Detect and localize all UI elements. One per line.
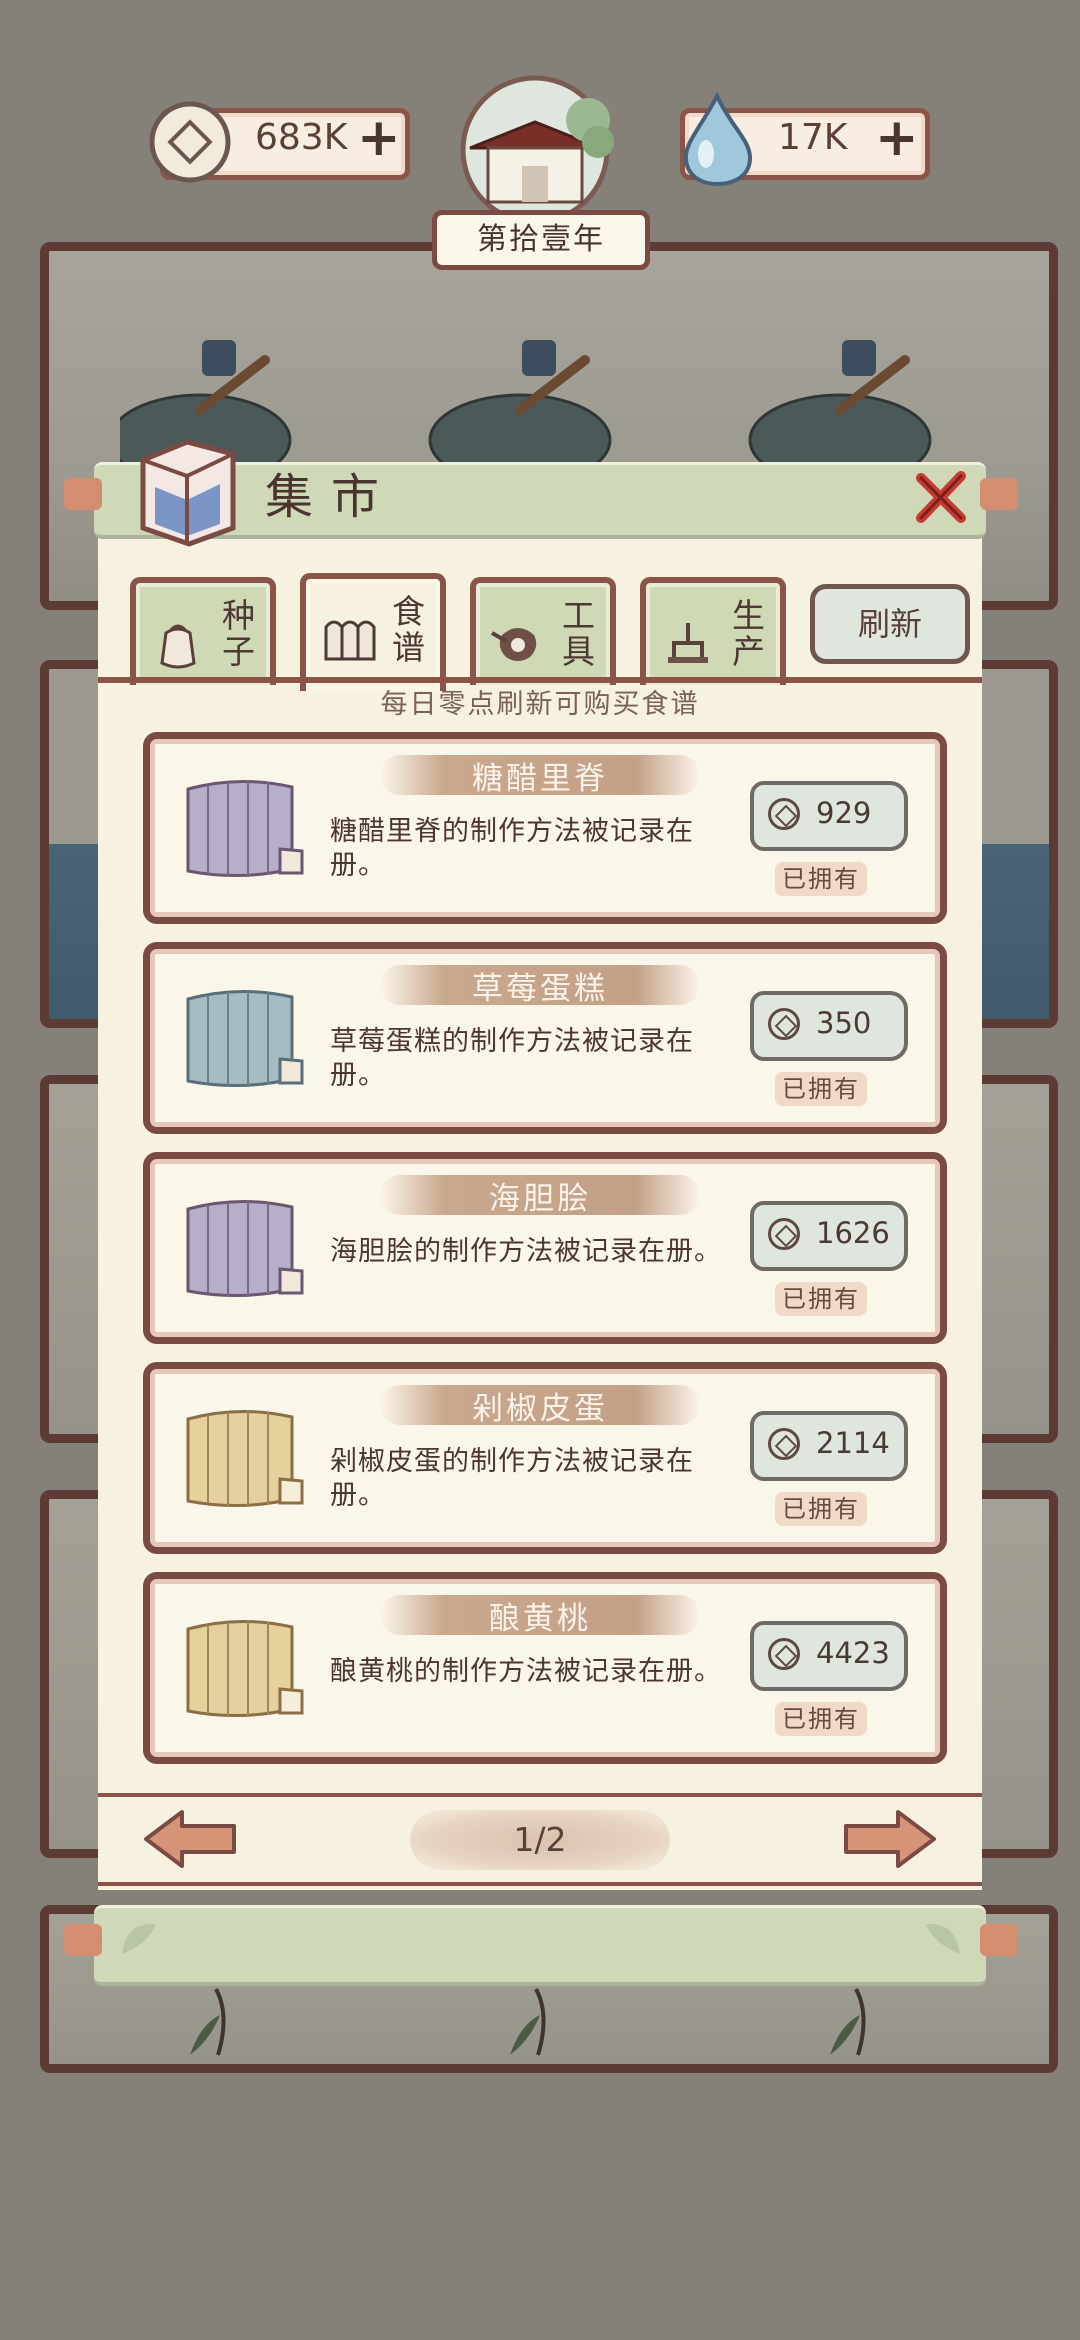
tab-production[interactable]: 生 产 [640, 577, 786, 685]
recipe-name: 草莓蛋糕 [472, 971, 608, 1007]
recipe-scroll-icon [186, 779, 304, 878]
tab-seeds-label-2: 子 [222, 632, 255, 671]
coin-icon [768, 1218, 800, 1250]
close-icon[interactable] [913, 470, 969, 526]
bottom-bar-knob [64, 1924, 102, 1956]
recipe-card[interactable]: 剁椒皮蛋 剁椒皮蛋的制作方法被记录在册。 2114 已拥有 [143, 1362, 947, 1554]
tab-tools-label-2: 具 [562, 632, 595, 671]
owned-badge: 已拥有 [775, 1282, 867, 1316]
tab-seeds[interactable]: 种 子 [130, 577, 276, 685]
pager-divider [98, 1882, 982, 1886]
page-indicator: 1/2 [410, 1810, 670, 1870]
recipe-card[interactable]: 酿黄桃 酿黄桃的制作方法被记录在册。 4423 已拥有 [143, 1572, 947, 1764]
recipe-card[interactable]: 糖醋里脊 糖醋里脊的制作方法被记录在册。 929 已拥有 [143, 732, 947, 924]
coin-icon [768, 798, 800, 830]
recipe-description: 海胆脍的制作方法被记录在册。 [330, 1236, 722, 1267]
production-icon [668, 623, 708, 663]
tab-recipes[interactable]: 食 谱 [300, 573, 446, 691]
price-tag[interactable]: 4423 [750, 1621, 908, 1691]
next-page-arrow-icon[interactable] [842, 1806, 938, 1872]
add-water-button[interactable]: + [875, 112, 919, 164]
sprout-decoration [190, 1988, 866, 2056]
recipe-scroll-icon [186, 1409, 304, 1508]
refresh-notice: 每日零点刷新可购买食谱 [380, 689, 700, 720]
pavilion-emblem-icon [460, 75, 614, 220]
recipe-price: 929 [816, 796, 872, 830]
coin-amount: 683K [255, 117, 348, 158]
tab-seeds-label-1: 种 [222, 596, 255, 635]
add-coins-button[interactable]: + [357, 112, 401, 164]
market-title: 集市 [265, 469, 398, 525]
price-tag[interactable]: 2114 [750, 1411, 908, 1481]
recipe-name: 酿黄桃 [489, 1601, 591, 1637]
coin-icon [768, 1008, 800, 1040]
year-banner: 第拾壹年 [432, 210, 650, 270]
owned-badge: 已拥有 [775, 1492, 867, 1526]
ginkgo-leaf-icon [926, 1923, 960, 1954]
tools-icon [491, 628, 537, 661]
panel-bottom-bar [94, 1905, 986, 1986]
ginkgo-leaf-icon [122, 1923, 156, 1954]
coin-icon [149, 101, 231, 183]
recipe-description: 酿黄桃的制作方法被记录在册。 [330, 1656, 722, 1687]
recipe-price: 350 [816, 1006, 872, 1040]
tab-recipes-label-2: 谱 [392, 628, 425, 667]
recipe-scroll-icon [186, 989, 304, 1088]
seed-bag-icon [160, 624, 196, 669]
coin-icon [768, 1428, 800, 1460]
recipe-scroll-icon [186, 1199, 304, 1298]
recipe-book-icon [324, 620, 376, 661]
recipe-name: 海胆脍 [489, 1181, 591, 1217]
coin-icon [768, 1638, 800, 1670]
owned-badge: 已拥有 [775, 1072, 867, 1106]
tab-tools-label-1: 工 [562, 596, 595, 635]
title-bar-knob [64, 478, 102, 510]
price-tag[interactable]: 929 [750, 781, 908, 851]
recipe-description: 糖醋里脊的制作方法被记录在册。 [330, 816, 694, 881]
price-tag[interactable]: 350 [750, 991, 908, 1061]
recipe-scroll-icon [186, 1619, 304, 1718]
recipe-description: 剁椒皮蛋的制作方法被记录在册。 [330, 1446, 694, 1511]
tab-production-label-2: 产 [732, 632, 765, 671]
recipe-price: 2114 [816, 1426, 890, 1460]
price-tag[interactable]: 1626 [750, 1201, 908, 1271]
prev-page-arrow-icon[interactable] [142, 1806, 238, 1872]
recipe-price: 4423 [816, 1636, 890, 1670]
recipe-name: 剁椒皮蛋 [472, 1391, 608, 1427]
water-amount: 17K [778, 117, 848, 158]
recipe-price: 1626 [816, 1216, 890, 1250]
recipe-description: 草莓蛋糕的制作方法被记录在册。 [330, 1026, 694, 1091]
pager-divider [98, 1793, 982, 1797]
year-label: 第拾壹年 [477, 222, 605, 257]
tab-recipes-label-1: 食 [392, 592, 425, 631]
market-stall-icon [140, 439, 236, 547]
refresh-button[interactable]: 刷新 [810, 584, 970, 664]
owned-badge: 已拥有 [775, 1702, 867, 1736]
bottom-bar-knob [980, 1924, 1018, 1956]
water-drop-icon [683, 91, 753, 187]
recipe-card[interactable]: 海胆脍 海胆脍的制作方法被记录在册。 1626 已拥有 [143, 1152, 947, 1344]
recipe-card[interactable]: 草莓蛋糕 草莓蛋糕的制作方法被记录在册。 350 已拥有 [143, 942, 947, 1134]
tab-tools[interactable]: 工 具 [470, 577, 616, 685]
recipe-name: 糖醋里脊 [472, 761, 608, 797]
tab-production-label-1: 生 [732, 596, 765, 635]
owned-badge: 已拥有 [775, 862, 867, 896]
title-bar-knob [980, 478, 1018, 510]
